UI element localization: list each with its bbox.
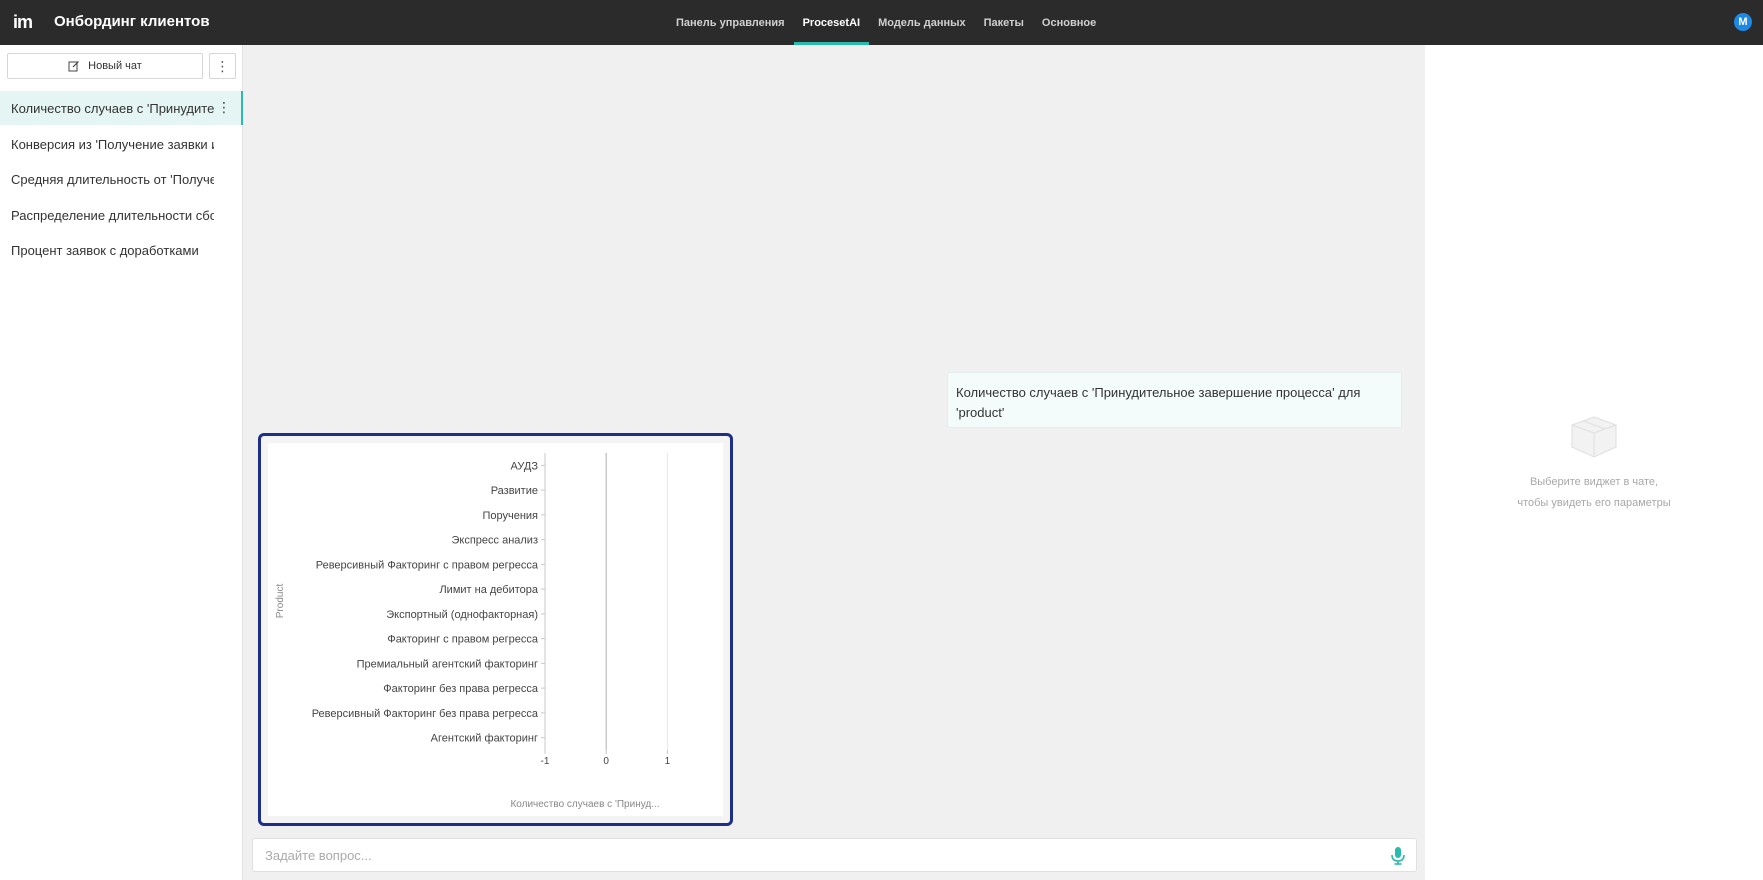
sidebar-more-button[interactable]: ⋮ [209,53,236,79]
y-tick-label: Экспортный (однофакторная) [386,609,538,621]
chat-item[interactable]: Процент заявок с доработками [0,233,243,267]
widget-settings-panel: Выберите виджет в чате, чтобы увидеть ег… [1425,45,1763,880]
new-chat-label: Новый чат [88,60,142,72]
chart-container: -1 0 1 АУДЗ Развитие Поручения Экспресс анализ… [268,443,723,816]
user-message: Количество случаев с 'Принудительное зав… [947,372,1402,428]
bar-chart: -1 0 1 АУДЗ Развитие Поручения Экспресс анализ… [275,453,671,810]
y-tick-label: Реверсивный Факторинг без права регресса [312,708,539,720]
question-bar [252,838,1417,872]
app-logo[interactable]: im [13,12,33,33]
chat-item-label: Распределение длительности сбора ... [11,207,214,223]
empty-state-text: Выберите виджет в чате, чтобы увидеть ег… [1425,472,1763,514]
x-axis-title: Количество случаев с 'Принуд... [510,799,659,810]
y-tick-label: АУДЗ [511,460,539,472]
empty-box-icon [1571,416,1617,458]
y-tick-label: Лимит на дебитора [439,584,538,596]
microphone-icon[interactable] [1391,847,1405,865]
y-axis-title: Product [275,584,286,619]
tab-main[interactable]: Основное [1033,0,1105,45]
top-bar: im Онбординг клиентов Панель управления … [0,0,1763,45]
chat-item-label: Процент заявок с доработками [11,242,199,258]
chart-widget[interactable]: -1 0 1 АУДЗ Развитие Поручения Экспресс анализ… [258,433,733,826]
x-tick-label: -1 [541,756,550,767]
chat-item[interactable]: Конверсия из 'Получение заявки из ... [0,127,243,161]
chat-item[interactable]: Средняя длительность от 'Получение ... [0,162,243,196]
y-tick-label: Факторинг с правом регресса [387,634,539,646]
y-tick-label: Факторинг без права регресса [383,683,539,695]
question-input[interactable] [265,839,1365,871]
tab-procesetai[interactable]: ProcesetAI [793,0,870,45]
y-tick-label: Поручения [482,510,538,522]
y-tick-label: Экспресс анализ [451,535,538,547]
empty-state-line: Выберите виджет в чате, [1529,476,1659,488]
chat-item-label: Средняя длительность от 'Получение ... [11,171,214,187]
tab-dashboard[interactable]: Панель управления [667,0,794,45]
y-tick-label: Реверсивный Факторинг с правом регресса [316,559,539,571]
app-title: Онбординг клиентов [54,13,210,30]
y-tick-label: Агентский факторинг [431,733,538,745]
y-tick-label: Развитие [491,485,538,497]
x-tick-label: 0 [603,756,609,767]
chat-item[interactable]: Количество случаев с 'Принудительное зав… [0,91,243,125]
new-chat-button[interactable]: Новый чат [7,53,203,79]
x-tick-label: 1 [665,756,671,767]
tab-data-model[interactable]: Модель данных [869,0,975,45]
chat-sidebar: Новый чат ⋮ Количество случаев с 'Принуд… [0,45,243,880]
chat-item[interactable]: Распределение длительности сбора ... [0,198,243,232]
main-nav: Панель управления ProcesetAI Модель данн… [667,0,1105,45]
chat-item-more-icon[interactable]: ⋮ [217,99,231,116]
chat-item-label: Количество случаев с 'Принудительное зав… [11,100,214,116]
user-avatar[interactable]: M [1734,13,1752,31]
chat-item-label: Конверсия из 'Получение заявки из ... [11,136,214,152]
empty-state-line: чтобы увидеть его параметры [1517,497,1671,509]
edit-icon [68,61,80,72]
y-tick-label: Премиальный агентский факторинг [357,658,538,670]
tab-packages[interactable]: Пакеты [975,0,1033,45]
